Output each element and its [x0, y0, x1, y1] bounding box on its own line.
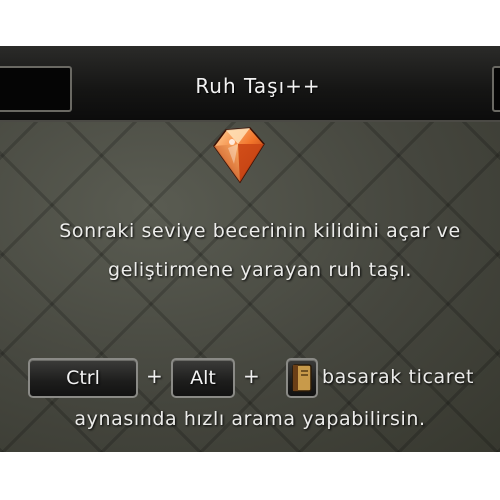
alt-key: Alt: [171, 358, 235, 398]
item-title: Ruh Taşı++: [195, 74, 321, 98]
item-description: Sonraki seviye becerinin kilidini açar v…: [59, 220, 461, 281]
book-icon: [292, 364, 312, 392]
book-key: [286, 358, 318, 398]
ctrl-key: Ctrl: [28, 358, 138, 398]
tooltip-title-bar: Ruh Taşı++: [0, 46, 500, 122]
item-tooltip: Ruh Taşı++ Sonraki seviye becerinin kili…: [0, 46, 500, 452]
hint-text-tail: basarak ticaret: [322, 366, 475, 388]
hint-text-line2: aynasında hızlı arama yapabilirsin.: [74, 408, 426, 430]
soul-stone-gem-icon: [213, 127, 265, 184]
plus-sign: +: [146, 364, 163, 388]
plus-sign: +: [243, 364, 260, 388]
trade-search-hint: Ctrl + Alt + basarak ticaret aynasında h…: [0, 350, 500, 446]
